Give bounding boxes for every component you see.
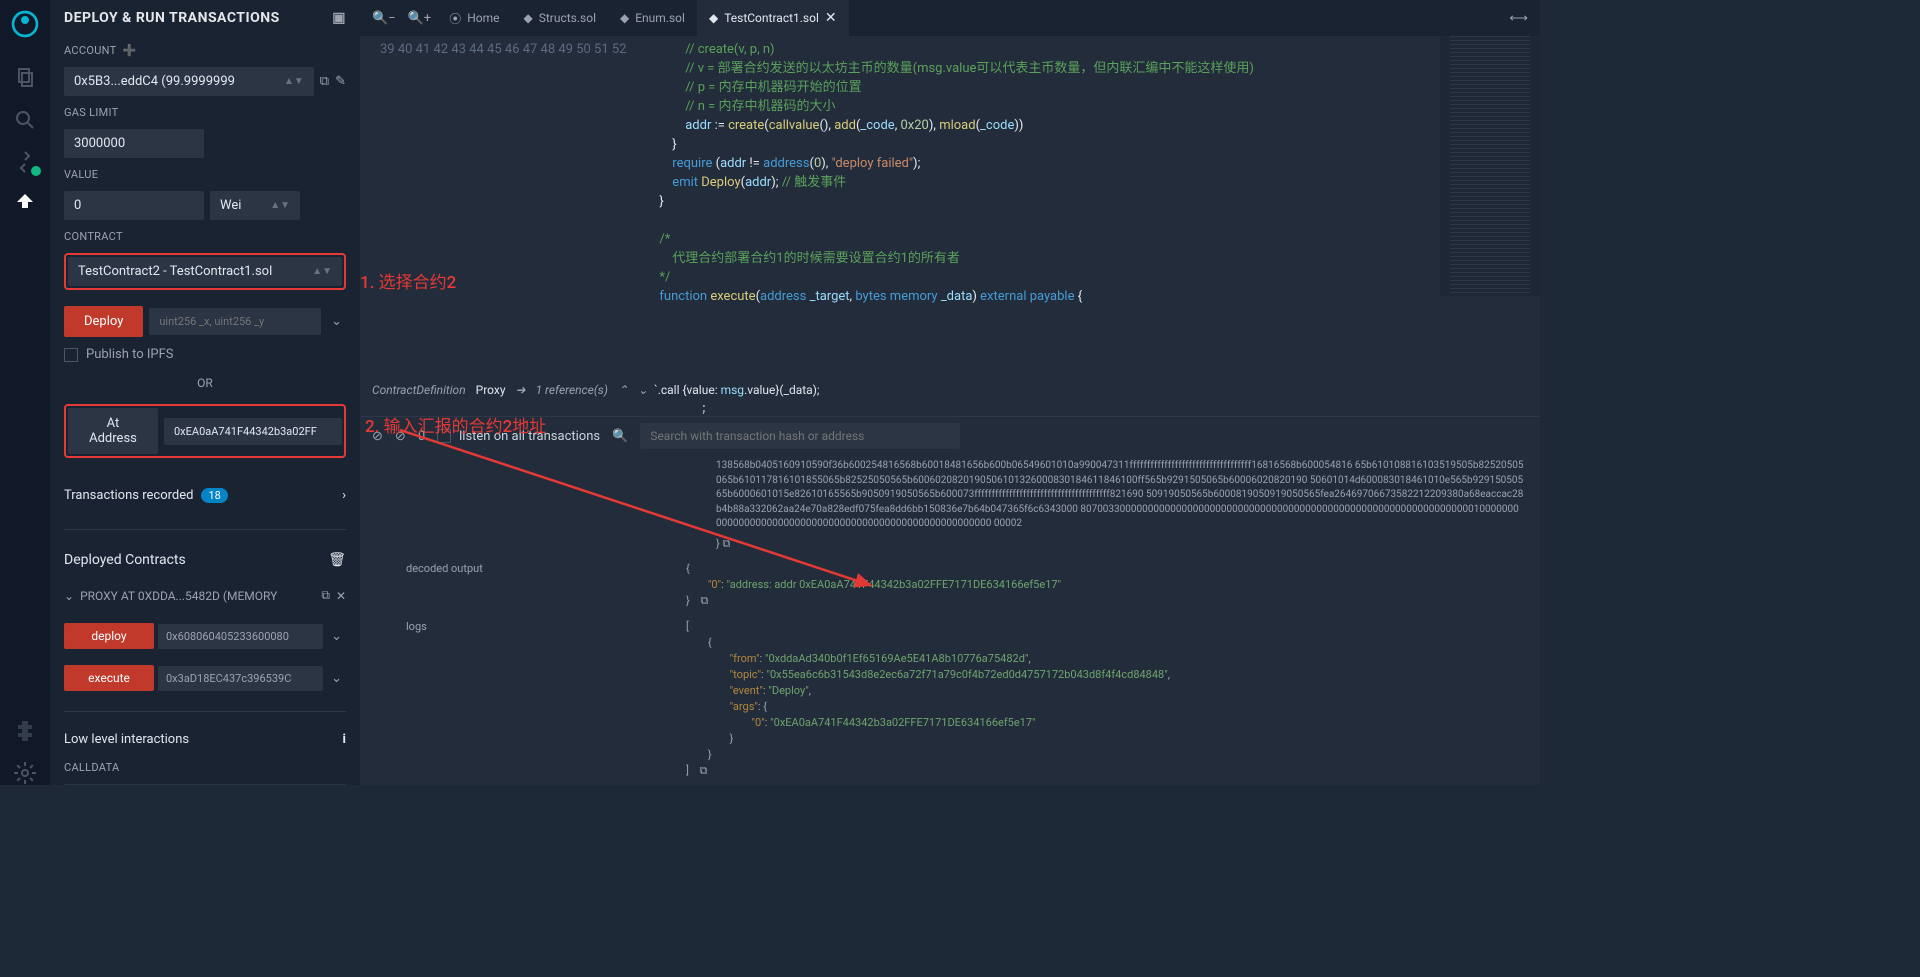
logs-value: [ { "from": "0xddaAd340b0f1Ef65169Ae5E41… [686, 619, 1524, 778]
files-icon[interactable] [13, 66, 37, 90]
tx-recorded-row[interactable]: Transactions recorded 18 › [64, 478, 346, 513]
gas-limit-input[interactable] [64, 129, 204, 158]
deploy-panel: DEPLOY & RUN TRANSACTIONS ▣ ACCOUNT ➕ 0x… [50, 0, 360, 785]
chevron-right-icon: › [342, 488, 346, 503]
chevron-down-icon[interactable]: ⌄ [638, 383, 648, 397]
deploy-args-input[interactable] [149, 308, 321, 335]
main-area: 🔍− 🔍+ ⦿ Home ◆ Structs.sol ◆ Enum.sol ◆ … [360, 0, 1540, 785]
pending-tx-count: 0 [418, 429, 425, 444]
panel-collapse-icon[interactable]: ▣ [332, 10, 346, 26]
zoom-out-icon[interactable]: 🔍− [366, 11, 402, 26]
copy-account-icon[interactable]: ⧉ [320, 74, 329, 89]
home-icon: ⦿ [449, 10, 461, 27]
fn-execute-input[interactable] [158, 666, 323, 691]
code-content[interactable]: // create(v, p, n) // v = 部署合约发送的以太坊主币的数… [639, 36, 1541, 379]
solidity-icon: ◆ [620, 11, 629, 25]
copy-icon[interactable]: ⧉ [722, 537, 730, 550]
terminal-bar: ⊘ ⊘ 0 listen on all transactions 🔍 [360, 416, 1540, 455]
value-label: VALUE [64, 168, 346, 181]
deployed-contracts-header: Deployed Contracts 🗑 [64, 546, 346, 574]
logs-label: logs [376, 619, 666, 778]
code-breadcrumb: ContractDefinition Proxy ➜ 1 reference(s… [360, 379, 1540, 401]
fn-deploy-button[interactable]: deploy [64, 623, 154, 649]
tab-testcontract1[interactable]: ◆ TestContract1.sol ✕ [697, 0, 849, 36]
fn-deploy-input[interactable] [158, 624, 323, 649]
solidity-icon: ◆ [524, 11, 533, 25]
plugin-icon[interactable] [13, 719, 37, 743]
copy-icon[interactable]: ⧉ [321, 588, 330, 603]
search-icon[interactable] [13, 108, 37, 132]
panel-header: DEPLOY & RUN TRANSACTIONS ▣ [50, 0, 360, 36]
info-icon[interactable]: i [343, 732, 346, 747]
listen-checkbox[interactable] [437, 429, 451, 443]
left-iconbar [0, 0, 50, 785]
expand-icon[interactable]: ⌄ [327, 629, 346, 644]
fn-execute-button[interactable]: execute [64, 665, 154, 691]
trash-icon[interactable]: 🗑 [328, 552, 346, 568]
close-icon[interactable]: ✕ [336, 589, 346, 603]
remix-logo-icon[interactable] [9, 8, 41, 40]
editor-topbar: 🔍− 🔍+ ⦿ Home ◆ Structs.sol ◆ Enum.sol ◆ … [360, 0, 1540, 36]
minimap[interactable] [1440, 36, 1540, 296]
solidity-icon: ◆ [709, 11, 718, 25]
decoded-output-value: { "0": "address: addr 0xEA0aA741F44342b3… [686, 561, 1524, 609]
value-unit-select[interactable]: Wei▲▼ [210, 191, 300, 220]
settings-icon[interactable] [13, 761, 37, 785]
calldata-input[interactable] [64, 784, 346, 785]
account-label: ACCOUNT ➕ [64, 44, 346, 57]
publish-ipfs-row[interactable]: Publish to IPFS [64, 347, 346, 362]
contract-select[interactable]: TestContract2 - TestContract1.sol▲▼ [68, 257, 342, 286]
gas-label: GAS LIMIT [64, 106, 346, 119]
zoom-in-icon[interactable]: 🔍+ [402, 11, 438, 26]
code-editor[interactable]: 39 40 41 42 43 44 45 46 47 48 49 50 51 5… [360, 36, 1540, 379]
low-level-header: Low level interactions i [64, 728, 346, 751]
terminal-toggle-icon[interactable]: ⊘ [372, 429, 383, 444]
arrow-right-icon[interactable]: ➜ [516, 383, 526, 397]
tx-search-input[interactable] [640, 423, 960, 449]
deployed-contract-item[interactable]: ⌄ PROXY AT 0XDDA...5482D (MEMORY ⧉ ✕ [64, 584, 346, 607]
at-address-input[interactable] [164, 418, 342, 445]
panel-title: DEPLOY & RUN TRANSACTIONS [64, 10, 280, 26]
search-icon[interactable]: 🔍 [612, 429, 628, 444]
at-address-button[interactable]: At Address [68, 408, 158, 454]
expand-icon[interactable]: ⌄ [327, 671, 346, 686]
clear-icon[interactable]: ⊘ [395, 429, 406, 444]
compiler-icon[interactable] [13, 150, 37, 174]
input-blob: 138568b0405160910590f36b600254816568b600… [376, 459, 1524, 532]
add-account-icon[interactable]: ➕ [123, 44, 137, 57]
tab-structs[interactable]: ◆ Structs.sol [512, 0, 609, 36]
contract-label: CONTRACT [64, 230, 346, 243]
account-select[interactable]: 0x5B3...eddC4 (99.9999999▲▼ [64, 67, 314, 96]
fullscreen-icon[interactable]: ⟷ [1503, 11, 1534, 26]
close-tab-icon[interactable]: ✕ [825, 10, 837, 26]
chevron-down-icon[interactable]: ⌄ [64, 589, 74, 603]
edit-account-icon[interactable]: ✎ [335, 74, 346, 89]
or-separator: OR [64, 376, 346, 390]
publish-checkbox[interactable] [64, 348, 78, 362]
copy-icon[interactable]: ⧉ [700, 764, 708, 777]
deploy-expand-icon[interactable]: ⌄ [327, 314, 346, 329]
value-amount-input[interactable] [64, 191, 204, 220]
line-gutter: 39 40 41 42 43 44 45 46 47 48 49 50 51 5… [360, 36, 639, 379]
copy-icon[interactable]: ⧉ [700, 594, 708, 607]
decoded-output-label: decoded output [376, 561, 666, 609]
tab-enum[interactable]: ◆ Enum.sol [608, 0, 697, 36]
tab-home[interactable]: ⦿ Home [437, 0, 511, 36]
deploy-icon[interactable] [13, 192, 37, 216]
terminal-output[interactable]: 138568b0405160910590f36b600254816568b600… [360, 455, 1540, 785]
tx-count-badge: 18 [201, 488, 227, 503]
deploy-button[interactable]: Deploy [64, 306, 143, 337]
chevron-up-icon[interactable]: ⌃ [618, 383, 628, 397]
calldata-label: CALLDATA [64, 761, 346, 774]
